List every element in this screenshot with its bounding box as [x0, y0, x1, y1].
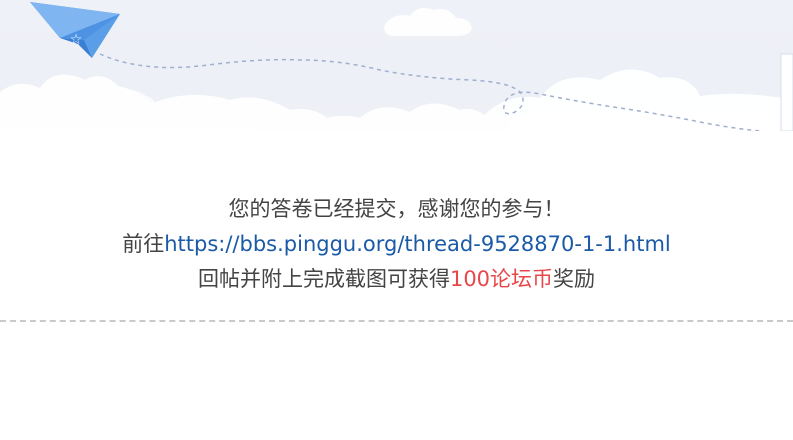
goto-line: 前往https://bbs.pinggu.org/thread-9528870-… — [0, 227, 793, 262]
completion-message: 您的答卷已经提交，感谢您的参与！ 前往https://bbs.pinggu.or… — [0, 192, 793, 297]
paper-plane-icon: ☆ — [30, 2, 120, 58]
reward-prefix: 回帖并附上完成截图可获得 — [197, 267, 450, 291]
reward-suffix: 奖励 — [553, 267, 596, 291]
reward-amount: 100论坛币 — [449, 267, 554, 291]
clouds — [0, 8, 793, 131]
reward-line: 回帖并附上完成截图可获得100论坛币奖励 — [0, 262, 793, 297]
banner-illustration: ☆ — [0, 2, 793, 131]
dashed-divider — [0, 320, 793, 322]
survey-complete-page: ☆ 您的答卷已经提交，感谢您的参与！ 前往https://bbs.pinggu.… — [0, 0, 793, 440]
goto-prefix: 前往 — [122, 232, 165, 256]
thread-link[interactable]: https://bbs.pinggu.org/thread-9528870-1-… — [164, 232, 671, 256]
svg-text:☆: ☆ — [70, 32, 83, 48]
header-banner: ☆ — [0, 0, 793, 131]
submitted-text: 您的答卷已经提交，感谢您的参与！ — [228, 197, 565, 221]
